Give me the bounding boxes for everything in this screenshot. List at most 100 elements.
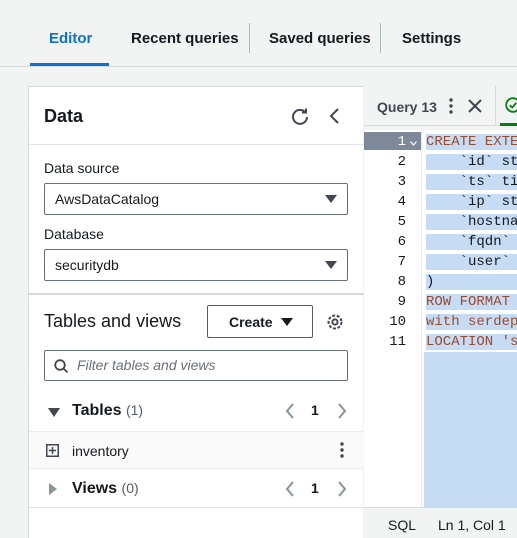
filter-tables-search[interactable]: [44, 350, 348, 381]
query-tab-bar: Query 13: [364, 86, 517, 126]
divider: [29, 144, 364, 145]
database-value: securitydb: [55, 257, 119, 273]
line-number: 8: [397, 274, 406, 290]
sql-editor[interactable]: 1 CREATE EXTE 2 `id` st 3 `ts` ti 4 `ip`…: [364, 130, 517, 507]
code-line[interactable]: 6 `fqdn`: [364, 232, 517, 252]
filter-tables-input[interactable]: [77, 357, 337, 373]
line-number: 10: [389, 314, 406, 330]
refresh-button[interactable]: [289, 105, 311, 127]
line-number: 3: [397, 174, 406, 190]
code-text: `fqdn`: [426, 234, 517, 250]
code-line[interactable]: 10 with serdep: [364, 312, 517, 332]
more-vertical-icon[interactable]: [448, 98, 454, 114]
database-select[interactable]: securitydb: [44, 249, 348, 281]
prev-page-icon[interactable]: [284, 403, 296, 419]
expand-plus-icon[interactable]: [46, 444, 59, 457]
tables-group-label: Tables: [72, 402, 122, 419]
success-check-icon: [505, 97, 517, 113]
more-vertical-icon[interactable]: [339, 442, 345, 458]
collapse-left-icon: [329, 108, 339, 124]
database-label: Database: [44, 226, 104, 242]
create-button[interactable]: Create: [207, 305, 313, 338]
tab-settings[interactable]: Settings: [402, 30, 461, 47]
caret-down-icon: [281, 318, 293, 326]
code-line[interactable]: 7 `user`: [364, 252, 517, 272]
tab-separator: [249, 23, 250, 53]
code-text: `ts` ti: [426, 174, 517, 190]
refresh-icon: [292, 108, 308, 125]
fold-chevron-icon[interactable]: [410, 141, 417, 146]
views-group-label: Views: [72, 480, 118, 497]
line-number: 4: [397, 194, 406, 210]
tab-separator: [495, 86, 496, 126]
preferences-button[interactable]: [324, 311, 346, 333]
tables-pagination: 1: [284, 401, 350, 421]
code-line[interactable]: 3 `ts` ti: [364, 172, 517, 192]
tab-bar-divider: [0, 66, 517, 67]
data-source-label: Data source: [44, 160, 120, 176]
data-source-select[interactable]: AwsDataCatalog: [44, 183, 348, 215]
tab-recent-queries[interactable]: Recent queries: [131, 30, 239, 47]
create-button-label: Create: [229, 313, 273, 330]
data-source-value: AwsDataCatalog: [55, 191, 160, 207]
search-icon: [54, 359, 69, 374]
close-icon[interactable]: [468, 99, 482, 113]
line-number: 6: [397, 234, 406, 250]
views-group-header[interactable]: Views (0) 1: [29, 471, 364, 507]
tables-count: (1): [125, 402, 144, 418]
query-tab-title[interactable]: Query 13: [377, 99, 437, 115]
tab-saved-queries[interactable]: Saved queries: [269, 30, 371, 47]
next-page-icon[interactable]: [336, 403, 348, 419]
line-number: 2: [397, 154, 406, 170]
selection-highlight: [424, 352, 517, 507]
tables-page-number[interactable]: 1: [311, 402, 319, 418]
code-text: `hostna: [426, 214, 517, 230]
caret-down-icon: [325, 195, 337, 203]
panel-title: Data: [44, 106, 84, 126]
editor-status-bar: SQL Ln 1, Col 1: [364, 507, 517, 538]
code-text: LOCATION 's: [426, 334, 517, 350]
code-text: CREATE EXTE: [426, 134, 517, 150]
line-number: 11: [389, 334, 406, 350]
code-line[interactable]: 1 CREATE EXTE: [364, 132, 517, 152]
views-group-title: Views (0): [72, 480, 139, 498]
active-query-tab-indicator: [500, 123, 517, 126]
code-line[interactable]: 8 ): [364, 272, 517, 292]
code-text: with serdep: [426, 314, 517, 330]
tables-and-views-title: Tables and views: [44, 311, 182, 331]
views-pagination: 1: [284, 479, 350, 499]
code-text: `ip` st: [426, 194, 517, 210]
divider: [29, 293, 364, 295]
tables-group-header[interactable]: Tables (1) 1: [29, 393, 364, 429]
code-line[interactable]: 5 `hostna: [364, 212, 517, 232]
code-line[interactable]: 4 `ip` st: [364, 192, 517, 212]
line-number: 5: [397, 214, 406, 230]
caret-down-icon: [325, 261, 337, 269]
next-page-icon[interactable]: [336, 481, 348, 497]
expand-down-icon[interactable]: [48, 408, 60, 417]
tab-separator: [380, 23, 381, 53]
code-line[interactable]: 11 LOCATION 's: [364, 332, 517, 352]
code-line[interactable]: 2 `id` st: [364, 152, 517, 172]
line-number: 7: [397, 254, 406, 270]
data-panel: Data Data source AwsDataCatalog Database…: [28, 86, 364, 538]
gear-icon: [327, 314, 343, 330]
line-number: 9: [397, 294, 406, 310]
table-name: inventory: [72, 443, 129, 459]
code-line[interactable]: 9 ROW FORMAT: [364, 292, 517, 312]
collapse-panel-button[interactable]: [324, 105, 346, 127]
divider: [29, 507, 364, 508]
views-count: (0): [121, 480, 139, 496]
expand-right-icon[interactable]: [49, 483, 57, 495]
tables-group-title: Tables (1): [72, 402, 143, 420]
status-language: SQL: [388, 517, 417, 533]
code-text: ROW FORMAT: [426, 294, 517, 310]
table-row[interactable]: inventory: [29, 431, 364, 469]
status-cursor-position: Ln 1, Col 1: [438, 517, 506, 533]
prev-page-icon[interactable]: [284, 481, 296, 497]
views-page-number[interactable]: 1: [311, 480, 319, 496]
top-tab-bar: Editor Recent queries Saved queries Sett…: [0, 0, 517, 67]
code-text: `id` st: [426, 154, 517, 170]
code-text: `user`: [426, 254, 517, 270]
tab-editor[interactable]: Editor: [49, 30, 92, 47]
